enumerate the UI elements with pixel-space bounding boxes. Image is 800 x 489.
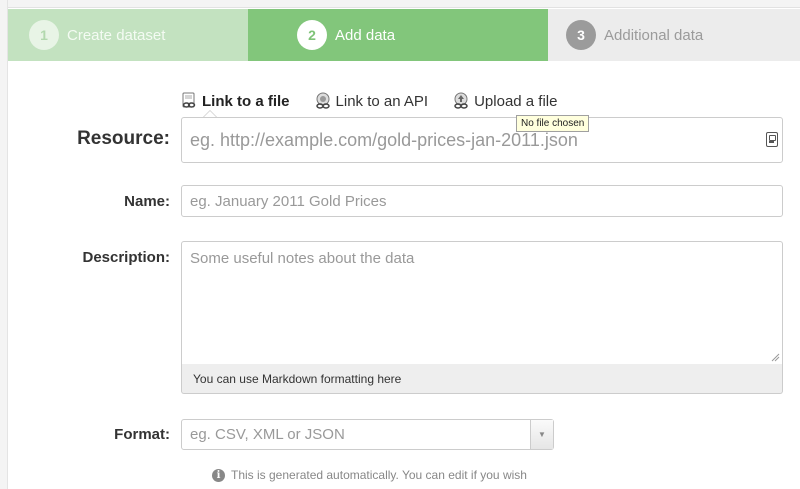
tab-label: Link to a file (202, 92, 290, 110)
upload-icon (454, 92, 468, 109)
tab-label: Upload a file (474, 92, 558, 110)
no-file-tooltip: No file chosen (516, 115, 590, 132)
name-input[interactable]: eg. January 2011 Gold Prices (181, 185, 783, 217)
tab-upload-file[interactable]: Upload a file (452, 88, 557, 114)
stage-number: 3 (566, 20, 596, 50)
window-left-border (0, 0, 8, 489)
api-icon (315, 92, 330, 109)
stage-number: 2 (297, 20, 327, 50)
stage-add-data[interactable]: 2 Add data (248, 9, 548, 61)
chevron-down-icon[interactable]: ▼ (530, 420, 553, 449)
progress-stages: 1 Create dataset 2 Add data 3 Additional… (8, 9, 800, 61)
markdown-hint: You can use Markdown formatting here (181, 364, 783, 394)
stage-create-dataset[interactable]: 1 Create dataset (8, 9, 278, 61)
name-placeholder: eg. January 2011 Gold Prices (190, 192, 387, 210)
file-upload-icon[interactable] (766, 132, 778, 147)
window-top-border (0, 0, 800, 8)
stage-additional-data[interactable]: 3 Additional data (546, 9, 800, 61)
format-placeholder: eg. CSV, XML or JSON (190, 426, 345, 443)
stage-label: Additional data (604, 26, 704, 44)
resource-type-tabs: Link to a file Link to an API Upload a f… (180, 88, 581, 114)
description-placeholder: Some useful notes about the data (190, 250, 415, 267)
resource-label: Resource: (77, 128, 170, 149)
description-label: Description: (82, 249, 170, 266)
description-textarea[interactable]: Some useful notes about the data (181, 241, 783, 364)
format-help-text: This is generated automatically. You can… (231, 468, 527, 482)
stage-number: 1 (29, 20, 59, 50)
stage-label: Add data (335, 26, 396, 44)
resource-url-input[interactable]: eg. http://example.com/gold-prices-jan-2… (181, 117, 783, 163)
tab-link-to-api[interactable]: Link to an API (314, 88, 429, 114)
tab-label: Link to an API (335, 92, 429, 110)
stage-arrow (516, 9, 544, 61)
resource-placeholder: eg. http://example.com/gold-prices-jan-2… (190, 129, 578, 150)
tab-link-to-file[interactable]: Link to a file (180, 88, 290, 114)
stage-label: Create dataset (67, 26, 166, 44)
format-help: i This is generated automatically. You c… (212, 468, 527, 482)
format-select[interactable]: eg. CSV, XML or JSON (181, 419, 554, 450)
format-label: Format: (114, 426, 170, 443)
link-icon (182, 92, 196, 108)
name-label: Name: (124, 193, 170, 210)
resize-grip-icon[interactable] (770, 352, 780, 362)
info-icon: i (212, 468, 225, 482)
